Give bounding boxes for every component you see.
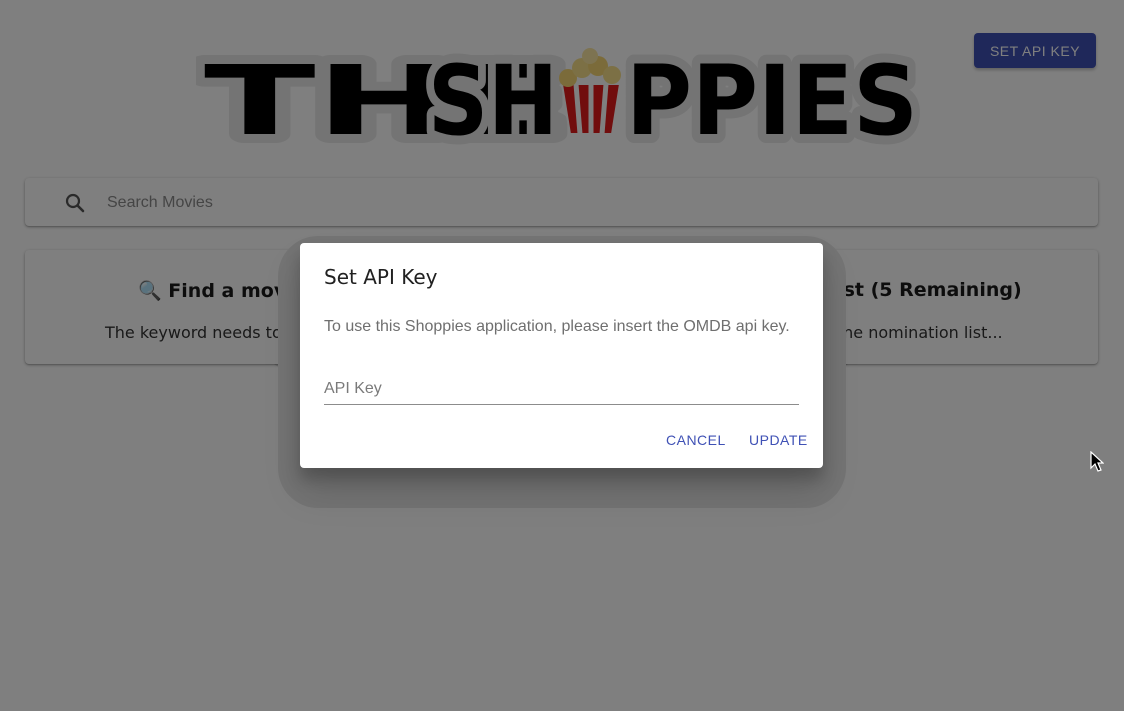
dialog-description: To use this Shoppies application, please… xyxy=(324,318,790,335)
mouse-cursor-icon xyxy=(1090,451,1104,472)
update-button[interactable]: UPDATE xyxy=(749,432,808,448)
set-api-key-dialog: Set API Key To use this Shoppies applica… xyxy=(300,243,823,468)
cancel-button[interactable]: CANCEL xyxy=(666,432,726,448)
api-key-field xyxy=(324,376,799,405)
dialog-title: Set API Key xyxy=(324,265,438,289)
api-key-input[interactable] xyxy=(324,376,799,402)
app-page: SET API KEY THE THE SH SH PPIES PPIES xyxy=(0,0,1124,711)
